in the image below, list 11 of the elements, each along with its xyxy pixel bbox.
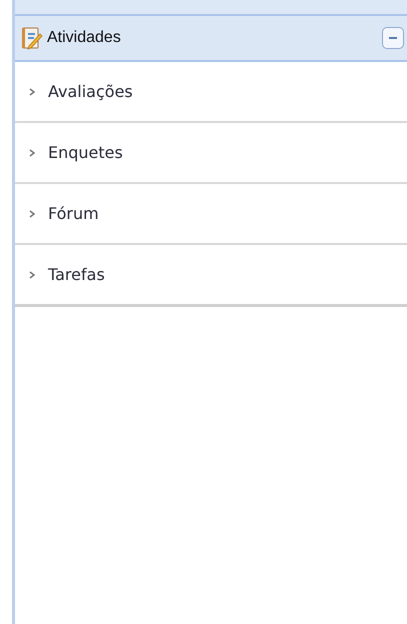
menu-item[interactable]: Fórum — [15, 184, 407, 245]
collapse-button[interactable] — [382, 27, 404, 49]
chevron-icon — [29, 210, 36, 218]
chevron-icon — [29, 270, 36, 278]
menu-item[interactable]: Avaliações — [15, 62, 407, 123]
notepad-pencil-icon — [21, 26, 43, 50]
chevron-icon — [29, 148, 36, 156]
menu-item[interactable]: Tarefas — [15, 245, 407, 304]
panel-title: Atividades — [47, 29, 122, 47]
chevron-icon — [29, 88, 36, 96]
menu-item[interactable]: Enquetes — [15, 123, 407, 184]
